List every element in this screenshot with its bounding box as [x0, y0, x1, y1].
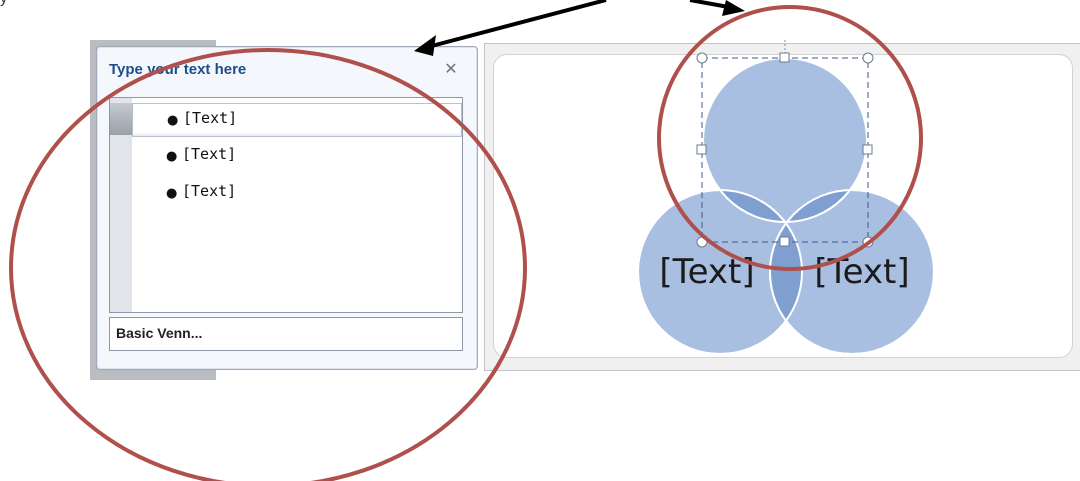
- arrowhead-icon: [722, 0, 745, 16]
- resize-handle[interactable]: [696, 52, 708, 64]
- resize-handle[interactable]: [779, 52, 790, 63]
- venn-label-right: [Text]: [814, 252, 909, 292]
- resize-handle[interactable]: [696, 144, 707, 155]
- resize-handle[interactable]: [862, 52, 874, 64]
- arrowhead-icon: [414, 35, 436, 56]
- resize-handle[interactable]: [779, 236, 790, 247]
- resize-handle[interactable]: [862, 144, 873, 155]
- annotation-arrow-left: [423, 0, 607, 50]
- overlay-svg: [Text] [Text]: [9, 0, 935, 481]
- annotation-ellipse-left: [9, 48, 527, 481]
